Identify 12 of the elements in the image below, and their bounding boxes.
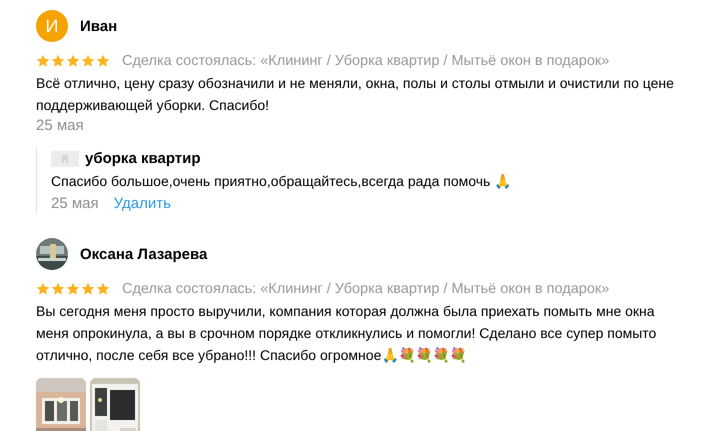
review-text: Вы сегодня меня просто выручили, компания которая должна была приехать помыть мне окна меня опрокинула, а вы в срочном порядке откликнулись и помогли! Сделано все супер помыто отлично, после себя все убрано!!! Спасибо огромное🙏💐💐💐💐 xyxy=(36,302,658,366)
review-date: 25 мая xyxy=(36,116,85,136)
reply-text: Спасибо большое,очень приятно,обращайтесь,всегда рада помочь 🙏 xyxy=(51,172,512,191)
deal-info: Сделка состоялась: «Клининг / Уборка квартир / Мытьё окон в подарок» xyxy=(122,53,610,69)
deal-info: Сделка состоялась: «Клининг / Уборка квартир / Мытьё окон в подарок» xyxy=(122,281,610,297)
delete-link[interactable]: Удалить xyxy=(114,195,171,212)
avatar: И xyxy=(36,10,68,42)
author-name: Иван xyxy=(80,18,118,34)
seller-name: уборка квартир xyxy=(85,150,201,167)
author-name: Оксана Лазарева xyxy=(80,246,208,262)
reply-date: 25 мая xyxy=(51,195,99,212)
review-text: Всё отлично, цену сразу обозначили и не меняли, окна, полы и столы отмыли и очистили по цене поддерживающей уборки. Спасибо! xyxy=(36,74,675,115)
